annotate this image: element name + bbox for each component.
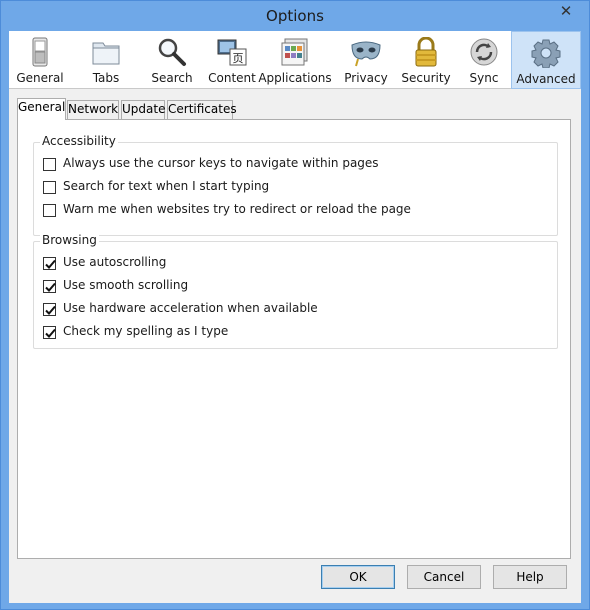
checkbox[interactable] [43, 181, 56, 194]
mask-icon [351, 41, 381, 67]
applications-icon [281, 38, 308, 66]
toolbar-item-privacy[interactable]: Privacy [339, 31, 393, 89]
ok-button[interactable]: OK [321, 565, 395, 589]
magnifier-icon [158, 38, 186, 66]
close-icon[interactable]: ✕ [551, 1, 581, 21]
checkbox[interactable] [43, 326, 56, 339]
toolbar-item-advanced[interactable]: Advanced [511, 31, 581, 89]
toolbar-item-sync[interactable]: Sync [457, 31, 511, 89]
option-warn-redirect[interactable]: Warn me when websites try to redirect or… [43, 202, 543, 218]
option-hardware-acceleration[interactable]: Use hardware acceleration when available [43, 301, 543, 317]
checkbox[interactable] [43, 158, 56, 171]
dialog-client: General Tabs Search 页 Content Applicatio… [9, 31, 581, 603]
checkbox[interactable] [43, 204, 56, 217]
option-cursor-keys[interactable]: Always use the cursor keys to navigate w… [43, 156, 543, 172]
option-label: Warn me when websites try to redirect or… [63, 202, 411, 216]
option-autoscrolling[interactable]: Use autoscrolling [43, 255, 543, 271]
option-label: Check my spelling as I type [63, 324, 229, 338]
option-spell-check[interactable]: Check my spelling as I type [43, 324, 543, 340]
accessibility-group: Accessibility Always use the cursor keys… [33, 134, 558, 236]
group-title: Accessibility [40, 134, 118, 148]
sync-icon [470, 38, 498, 66]
cancel-button[interactable]: Cancel [407, 565, 481, 589]
subtab-strip: General Network Update Certificates [17, 98, 577, 120]
tab-update[interactable]: Update [121, 100, 165, 119]
toolbar-label: Security [401, 71, 451, 85]
toolbar-label: General [16, 71, 64, 85]
group-title: Browsing [40, 233, 99, 247]
checkmark-icon [45, 259, 56, 269]
tab-network[interactable]: Network [67, 100, 119, 119]
checkmark-icon [45, 305, 56, 315]
toolbar-label: Privacy [344, 71, 388, 85]
title-bar[interactable]: Options ✕ [1, 1, 589, 31]
option-search-typing[interactable]: Search for text when I start typing [43, 179, 543, 195]
checkbox[interactable] [43, 280, 56, 293]
option-label: Search for text when I start typing [63, 179, 270, 193]
tab-general[interactable]: General [17, 98, 66, 120]
checkmark-icon [45, 328, 56, 338]
checkmark-icon [45, 282, 56, 292]
category-toolbar: General Tabs Search 页 Content Applicatio… [9, 31, 581, 89]
option-label: Always use the cursor keys to navigate w… [63, 156, 379, 170]
option-label: Use hardware acceleration when available [63, 301, 318, 315]
help-button[interactable]: Help [493, 565, 567, 589]
option-label: Use smooth scrolling [63, 278, 189, 292]
toolbar-item-tabs[interactable]: Tabs [75, 31, 137, 89]
svg-text:页: 页 [233, 52, 244, 65]
folder-tabs-icon [92, 42, 120, 65]
checkbox[interactable] [43, 303, 56, 316]
option-label: Use autoscrolling [63, 255, 167, 269]
padlock-icon [415, 37, 437, 67]
toolbar-label: Sync [469, 71, 499, 85]
switch-icon [32, 37, 48, 67]
gear-icon [531, 39, 561, 68]
general-panel: Accessibility Always use the cursor keys… [17, 119, 571, 559]
browsing-group: Browsing Use autoscrolling Use smooth sc… [33, 233, 558, 349]
option-smooth-scrolling[interactable]: Use smooth scrolling [43, 278, 543, 294]
options-window: Options ✕ General Tabs Search 页 Content … [0, 0, 590, 610]
toolbar-item-general[interactable]: General [9, 31, 71, 89]
content-icon: 页 [217, 39, 247, 66]
toolbar-label: Advanced [516, 72, 576, 86]
window-title: Options [266, 7, 324, 25]
tab-certificates[interactable]: Certificates [167, 100, 237, 119]
toolbar-label: Tabs [92, 71, 120, 85]
toolbar-label: Applications [258, 71, 332, 85]
checkbox[interactable] [43, 257, 56, 270]
toolbar-item-applications[interactable]: Applications [257, 31, 333, 89]
toolbar-item-search[interactable]: Search [139, 31, 205, 89]
toolbar-item-security[interactable]: Security [397, 31, 455, 89]
toolbar-label: Search [151, 71, 193, 85]
